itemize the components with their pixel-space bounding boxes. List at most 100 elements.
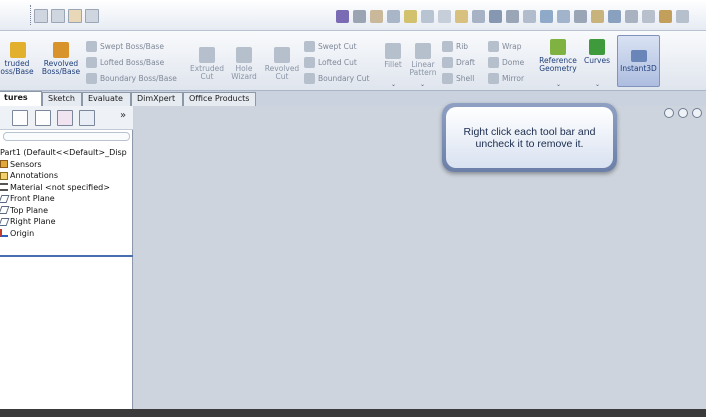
wrap-button[interactable]: Wrap xyxy=(488,40,522,52)
instant3d-button[interactable]: Instant3D xyxy=(617,35,660,87)
dome-icon xyxy=(488,56,499,68)
boundary-cut-button[interactable]: Boundary Cut xyxy=(304,72,369,84)
feature-tree: Part1 (Default<<Default>_Disp Sensors An… xyxy=(0,147,133,239)
rib-icon xyxy=(442,40,453,52)
tree-item-top-plane[interactable]: Top Plane xyxy=(0,205,133,217)
material-label: Material <not specified> xyxy=(10,182,110,192)
panel-more-chevron-icon[interactable]: » xyxy=(120,110,126,121)
view-settings-icon[interactable] xyxy=(625,9,638,23)
curves-button[interactable]: Curves xyxy=(582,39,612,65)
tab-features[interactable]: tures xyxy=(0,91,42,106)
extruded-cut-label: Extruded Cut xyxy=(189,64,225,81)
wrap-label: Wrap xyxy=(502,41,522,51)
mirror-button[interactable]: Mirror xyxy=(488,72,524,84)
fillet-button[interactable]: Fillet xyxy=(380,43,406,69)
section-view-icon[interactable] xyxy=(557,9,570,23)
rib-button[interactable]: Rib xyxy=(442,40,468,52)
display-style-icon[interactable] xyxy=(540,9,553,23)
tree-item-origin[interactable]: Origin xyxy=(0,228,133,240)
part-label: Part1 (Default<<Default>_Disp xyxy=(0,148,127,158)
tree-item-sensors[interactable]: Sensors xyxy=(0,159,133,171)
extruded-boss-button[interactable]: truded oss/Base xyxy=(0,42,34,76)
graphics-area[interactable] xyxy=(134,106,706,409)
revolve-icon[interactable] xyxy=(387,9,400,23)
fillet-dropdown-icon[interactable]: ⌄ xyxy=(391,81,396,88)
lofted-cut-button[interactable]: Lofted Cut xyxy=(304,56,357,68)
toolbar-grip[interactable] xyxy=(30,5,32,25)
view-toolbar xyxy=(336,7,689,25)
tab-office-products[interactable]: Office Products xyxy=(183,92,256,106)
extrude-icon[interactable] xyxy=(370,9,383,23)
apply-scene-icon[interactable] xyxy=(608,9,621,23)
feature-manager-icon[interactable] xyxy=(12,110,28,126)
extruded-boss-icon xyxy=(10,42,26,58)
revolved-boss-icon xyxy=(53,42,69,58)
calculator-icon[interactable] xyxy=(68,9,82,23)
previous-view-icon[interactable] xyxy=(692,108,702,118)
hole-wizard-button[interactable]: Hole Wizard xyxy=(226,47,262,81)
line-icon[interactable] xyxy=(438,9,451,23)
tree-item-part[interactable]: Part1 (Default<<Default>_Disp xyxy=(0,147,133,159)
dimxpert-manager-icon[interactable] xyxy=(79,110,95,126)
swept-cut-button[interactable]: Swept Cut xyxy=(304,40,357,52)
tree-filter[interactable] xyxy=(3,132,130,141)
curves-dropdown-icon[interactable]: ⌄ xyxy=(595,81,600,88)
tree-item-material[interactable]: Material <not specified> xyxy=(0,182,133,194)
table-icon[interactable] xyxy=(85,9,99,23)
tab-sketch[interactable]: Sketch xyxy=(42,92,82,106)
reference-geometry-icon xyxy=(550,39,566,55)
property-manager-icon[interactable] xyxy=(35,110,51,126)
rotate-icon[interactable] xyxy=(642,9,655,23)
material-icon xyxy=(0,183,8,192)
chamfer-icon[interactable] xyxy=(421,9,434,23)
configuration-manager-icon[interactable] xyxy=(57,110,73,126)
boundary-boss-button[interactable]: Boundary Boss/Base xyxy=(86,72,177,84)
revolved-cut-button[interactable]: Revolved Cut xyxy=(260,47,304,81)
arc-icon[interactable] xyxy=(472,9,485,23)
shell-button[interactable]: Shell xyxy=(442,72,474,84)
linear-pattern-button[interactable]: Linear Pattern xyxy=(406,43,440,77)
mirror-icon xyxy=(488,72,499,84)
dome-button[interactable]: Dome xyxy=(488,56,524,68)
grid-alt-icon[interactable] xyxy=(51,9,65,23)
lofted-boss-label: Lofted Boss/Base xyxy=(100,57,165,67)
zoom-to-area-icon[interactable] xyxy=(678,108,688,118)
hide-show-icon[interactable] xyxy=(574,9,587,23)
swept-boss-button[interactable]: Swept Boss/Base xyxy=(86,40,164,52)
circle-icon[interactable] xyxy=(455,9,468,23)
lofted-boss-button[interactable]: Lofted Boss/Base xyxy=(86,56,164,68)
plane-icon xyxy=(0,206,10,215)
grid-icon[interactable] xyxy=(34,9,48,23)
smart-dimension-icon[interactable] xyxy=(353,9,366,23)
edit-appearance-icon[interactable] xyxy=(591,9,604,23)
extruded-cut-button[interactable]: Extruded Cut xyxy=(186,47,228,81)
sketch-icon[interactable] xyxy=(336,9,349,23)
tree-item-annotations[interactable]: Annotations xyxy=(0,170,133,182)
tab-dimxpert[interactable]: DimXpert xyxy=(131,92,183,106)
sensors-icon xyxy=(0,160,8,169)
linear-pattern-dropdown-icon[interactable]: ⌄ xyxy=(420,81,425,88)
rectangle-icon[interactable] xyxy=(489,9,502,23)
right-plane-label: Right Plane xyxy=(10,217,56,227)
reference-geometry-dropdown-icon[interactable]: ⌄ xyxy=(556,81,561,88)
fillet-icon[interactable] xyxy=(404,9,417,23)
revolved-boss-button[interactable]: Revolved Boss/Base xyxy=(40,42,82,76)
zoom-to-fit-icon[interactable] xyxy=(664,108,674,118)
sensors-label: Sensors xyxy=(10,159,42,169)
panel-toolbar: » xyxy=(0,106,133,130)
instant3d-icon xyxy=(630,50,647,62)
hole-wizard-label: Hole Wizard xyxy=(231,64,257,81)
view-orientation-icon[interactable] xyxy=(523,9,536,23)
reference-geometry-button[interactable]: Reference Geometry xyxy=(536,39,580,73)
hole-wizard-icon xyxy=(236,47,252,63)
options-icon[interactable] xyxy=(506,9,519,23)
tree-item-right-plane[interactable]: Right Plane xyxy=(0,216,133,228)
draft-button[interactable]: Draft xyxy=(442,56,475,68)
tree-item-front-plane[interactable]: Front Plane xyxy=(0,193,133,205)
rollback-bar[interactable] xyxy=(0,255,133,257)
tab-evaluate[interactable]: Evaluate xyxy=(82,92,131,106)
origin-label: Origin xyxy=(10,228,35,238)
pan-icon[interactable] xyxy=(676,9,689,23)
zoom-icon[interactable] xyxy=(659,9,672,23)
shell-label: Shell xyxy=(456,73,475,83)
